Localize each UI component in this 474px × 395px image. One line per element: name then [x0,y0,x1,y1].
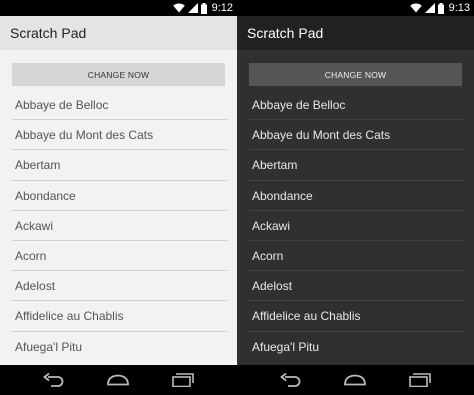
battery-icon [200,2,207,14]
list-item[interactable]: Affidelice au Chablis [237,301,474,332]
list-item[interactable]: Adelost [0,271,237,302]
home-icon[interactable] [342,370,368,390]
list-item[interactable]: Abondance [0,181,237,211]
list-item[interactable]: Abondance [237,181,474,211]
wifi-icon [172,3,185,13]
back-icon[interactable] [41,370,67,390]
cheese-list: Abbaye de Belloc Abbaye du Mont des Cats… [237,90,474,362]
change-now-button[interactable]: CHANGE NOW [12,63,225,86]
light-screen: 9:12 Scratch Pad CHANGE NOW Abbaye de Be… [0,0,237,395]
back-icon[interactable] [278,370,304,390]
list-item[interactable]: Abertam [0,150,237,181]
signal-icon [424,3,435,13]
list-item[interactable]: Acorn [237,241,474,272]
status-clock: 9:13 [448,2,470,14]
list-item[interactable]: Afuega'l Pitu [237,332,474,362]
app-title: Scratch Pad [247,25,324,41]
list-item[interactable]: Abbaye du Mont des Cats [237,120,474,151]
list-item[interactable]: Abbaye du Mont des Cats [0,120,237,151]
change-now-button[interactable]: CHANGE NOW [249,63,462,86]
list-item[interactable]: Abertam [237,150,474,181]
status-clock: 9:12 [211,2,233,14]
navigation-bar [0,365,237,395]
list-item[interactable]: Afuega'l Pitu [0,332,237,362]
navigation-bar [237,365,474,395]
list-item[interactable]: Ackawi [237,211,474,242]
battery-icon [437,2,444,14]
list-item[interactable]: Adelost [237,271,474,302]
action-bar: Scratch Pad [237,16,474,50]
signal-icon [187,3,198,13]
status-bar: 9:12 [0,0,237,16]
list-item[interactable]: Abbaye de Belloc [237,90,474,121]
status-bar: 9:13 [237,0,474,16]
list-item[interactable]: Abbaye de Belloc [0,90,237,121]
recents-icon[interactable] [407,370,433,390]
action-bar: Scratch Pad [0,16,237,50]
list-item[interactable]: Ackawi [0,211,237,242]
wifi-icon [409,3,422,13]
content-area: CHANGE NOW Abbaye de Belloc Abbaye du Mo… [0,50,237,365]
list-item[interactable]: Acorn [0,241,237,272]
content-area: CHANGE NOW Abbaye de Belloc Abbaye du Mo… [237,50,474,365]
home-icon[interactable] [105,370,131,390]
dark-screen: 9:13 Scratch Pad CHANGE NOW Abbaye de Be… [237,0,474,395]
recents-icon[interactable] [170,370,196,390]
list-item[interactable]: Affidelice au Chablis [0,301,237,332]
app-title: Scratch Pad [10,25,87,41]
cheese-list: Abbaye de Belloc Abbaye du Mont des Cats… [0,90,237,362]
